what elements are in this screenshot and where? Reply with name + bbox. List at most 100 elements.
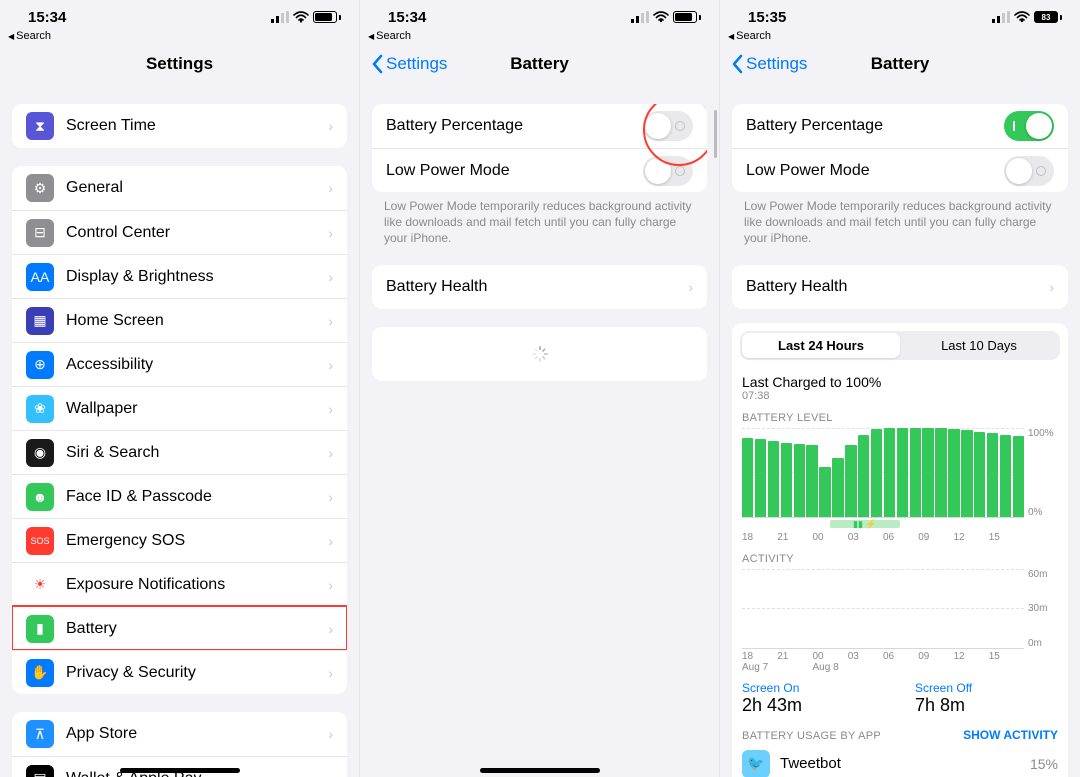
settings-row-exposure-notifications[interactable]: ☀Exposure Notifications› [12, 562, 347, 606]
row-label: Accessibility [66, 356, 328, 374]
segment-10d[interactable]: Last 10 Days [900, 333, 1058, 358]
row-label: App Store [66, 725, 328, 743]
row-label: General [66, 179, 328, 197]
screen-off-label: Screen Off [915, 681, 1058, 695]
status-bar: 15:34 [0, 0, 359, 28]
settings-row-wallpaper[interactable]: ❀Wallpaper› [12, 386, 347, 430]
charging-icon: ▮▮ ⚡ [853, 519, 883, 529]
scroll-indicator [714, 110, 717, 158]
home-indicator[interactable] [120, 768, 240, 773]
toggle-battery-percentage[interactable] [1004, 111, 1054, 141]
settings-row-battery[interactable]: ▮Battery› [12, 606, 347, 650]
group-battery-toggles: Battery Percentage Low Power Mode [372, 104, 707, 192]
level-header: BATTERY LEVEL [742, 412, 1058, 424]
chevron-right-icon: › [328, 180, 333, 196]
settings-row-emergency-sos[interactable]: SOSEmergency SOS› [12, 518, 347, 562]
row-label: Siri & Search [66, 444, 328, 462]
app-pct: 15% [1030, 756, 1058, 772]
row-icon: AA [26, 263, 54, 291]
last-charged-label: Last Charged to 100% [742, 374, 1058, 390]
cellular-icon [992, 11, 1010, 23]
chevron-left-icon [730, 54, 744, 74]
group-loading [372, 327, 707, 381]
page-title: Battery [871, 54, 930, 74]
settings-row-screen-time[interactable]: ⧗Screen Time› [12, 104, 347, 148]
row-icon: SOS [26, 527, 54, 555]
back-button[interactable]: Settings [730, 54, 807, 74]
activity-chart: 60m30m0m [742, 569, 1058, 649]
back-to-search[interactable]: Search [720, 28, 1080, 42]
chevron-right-icon: › [328, 621, 333, 637]
settings-row-accessibility[interactable]: ⊕Accessibility› [12, 342, 347, 386]
settings-row-wallet-apple-pay[interactable]: ▤Wallet & Apple Pay› [12, 756, 347, 777]
settings-row-control-center[interactable]: ⊟Control Center› [12, 210, 347, 254]
page-title: Settings [146, 54, 213, 74]
cellular-icon [631, 11, 649, 23]
row-battery-percentage[interactable]: Battery Percentage [732, 104, 1068, 148]
row-icon: ⊼ [26, 720, 54, 748]
row-low-power[interactable]: Low Power Mode [732, 148, 1068, 192]
row-icon: ☻ [26, 483, 54, 511]
chevron-right-icon: › [328, 665, 333, 681]
chevron-right-icon: › [328, 445, 333, 461]
battery-screen-on: 15:35 83 Search Settings Battery Battery… [720, 0, 1080, 777]
back-to-search[interactable]: Search [360, 28, 719, 42]
row-battery-health[interactable]: Battery Health › [372, 265, 707, 309]
x-axis-activity: 1821000306091215 [742, 651, 1058, 662]
back-button[interactable]: Settings [370, 54, 447, 74]
row-icon: ▤ [26, 765, 54, 777]
app-icon-tweetbot: 🐦 [742, 750, 770, 777]
nav-header: Settings Battery [360, 42, 719, 86]
row-label: Screen Time [66, 117, 328, 135]
toggle-low-power[interactable] [643, 156, 693, 186]
chevron-right-icon: › [328, 533, 333, 549]
show-activity-link[interactable]: SHOW ACTIVITY [963, 728, 1058, 742]
back-to-search[interactable]: Search [0, 28, 359, 42]
svg-text:▮▮ ⚡: ▮▮ ⚡ [853, 519, 877, 529]
settings-row-home-screen[interactable]: ▦Home Screen› [12, 298, 347, 342]
chevron-right-icon: › [328, 269, 333, 285]
settings-row-app-store[interactable]: ⊼ App Store› [12, 712, 347, 756]
settings-row-display-brightness[interactable]: AADisplay & Brightness› [12, 254, 347, 298]
loading-row [372, 327, 707, 381]
chevron-right-icon: › [328, 401, 333, 417]
row-label: Battery [66, 620, 328, 638]
charging-strip: ▮▮ ⚡ [742, 520, 1058, 530]
row-icon: ⧗ [26, 112, 54, 140]
cellular-icon [271, 11, 289, 23]
group-battery-toggles: Battery Percentage Low Power Mode [732, 104, 1068, 192]
segmented-timeframe[interactable]: Last 24 Hours Last 10 Days [740, 331, 1060, 360]
toggle-battery-percentage[interactable] [643, 111, 693, 141]
label: Battery Health [746, 278, 1049, 296]
row-icon: ⚙ [26, 174, 54, 202]
app-usage-row[interactable]: 🐦 Tweetbot 15% [742, 742, 1058, 777]
activity-header: ACTIVITY [742, 553, 1058, 565]
chevron-right-icon: › [328, 313, 333, 329]
settings-row-privacy-security[interactable]: ✋Privacy & Security› [12, 650, 347, 694]
screen-off-block: Screen Off 7h 8m [915, 681, 1058, 716]
clock: 15:34 [388, 9, 426, 26]
row-icon: ☀ [26, 571, 54, 599]
chevron-right-icon: › [1049, 279, 1054, 295]
home-indicator[interactable] [480, 768, 600, 773]
segment-24h[interactable]: Last 24 Hours [742, 333, 900, 358]
wifi-icon [653, 11, 669, 23]
last-charged-time: 07:38 [742, 390, 1058, 402]
toggle-low-power[interactable] [1004, 156, 1054, 186]
row-icon: ◉ [26, 439, 54, 467]
settings-row-siri-search[interactable]: ◉ Siri & Search› [12, 430, 347, 474]
status-icons: 83 [992, 11, 1062, 23]
settings-row-general[interactable]: ⚙ General› [12, 166, 347, 210]
row-label: Home Screen [66, 312, 328, 330]
row-low-power[interactable]: Low Power Mode [372, 148, 707, 192]
chevron-right-icon: › [328, 726, 333, 742]
settings-row-face-id-passcode[interactable]: ☻Face ID & Passcode› [12, 474, 347, 518]
row-battery-percentage[interactable]: Battery Percentage [372, 104, 707, 148]
footer-low-power: Low Power Mode temporarily reduces backg… [720, 192, 1080, 247]
status-icons [271, 11, 341, 23]
row-battery-health[interactable]: Battery Health › [732, 265, 1068, 309]
label: Battery Percentage [386, 117, 643, 135]
row-label: Face ID & Passcode [66, 488, 328, 506]
battery-icon [673, 11, 701, 23]
group-general: ⚙General›⊟Control Center›AADisplay & Bri… [12, 166, 347, 694]
